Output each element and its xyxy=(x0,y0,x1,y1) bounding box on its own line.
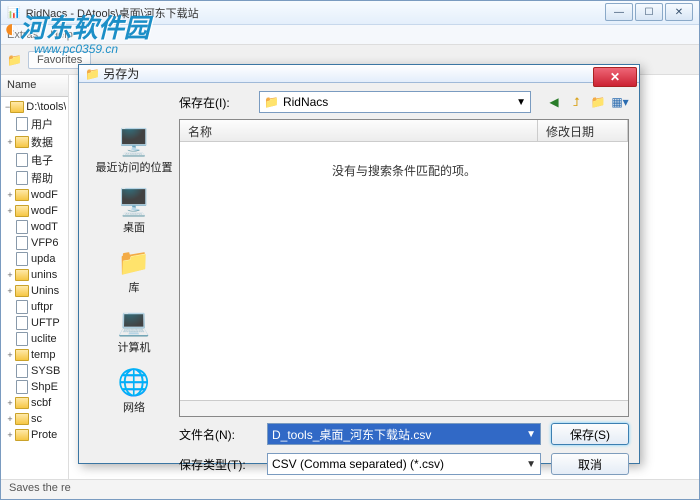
close-button[interactable]: ✕ xyxy=(665,3,693,21)
tree-item[interactable]: +scbf xyxy=(3,395,66,411)
place-item[interactable]: 🖥️桌面 xyxy=(89,183,179,237)
horizontal-scrollbar[interactable] xyxy=(180,400,628,416)
view-menu-icon[interactable]: ▦▾ xyxy=(611,93,629,111)
place-item[interactable]: 💻计算机 xyxy=(89,303,179,357)
place-item[interactable]: 🌐网络 xyxy=(89,363,179,417)
tree-item[interactable]: +Unins xyxy=(3,283,66,299)
folder-icon: 📁 xyxy=(85,67,100,81)
tree-item[interactable]: uftpr xyxy=(3,299,66,315)
place-icon: 🖥️ xyxy=(114,125,154,159)
place-icon: 🖥️ xyxy=(114,185,154,219)
tree-item[interactable]: +数据 xyxy=(3,133,66,151)
empty-message: 没有与搜索条件匹配的项。 xyxy=(180,142,628,400)
tree-item[interactable]: uclite xyxy=(3,331,66,347)
tree-path-row[interactable]: −D:\tools\ xyxy=(3,99,66,115)
tree-item[interactable]: ShpE xyxy=(3,379,66,395)
filetype-combo[interactable]: CSV (Comma separated) (*.csv)▼ xyxy=(267,453,541,475)
savein-label: 保存在(I): xyxy=(179,94,251,111)
places-bar: 🖥️最近访问的位置 🖥️桌面 📁库 💻计算机 🌐网络 xyxy=(89,119,179,417)
tree-item[interactable]: +sc xyxy=(3,411,66,427)
main-titlebar: 📊 RidNacs - DAtools\桌面\河东下载站 — ☐ ✕ xyxy=(1,1,699,25)
place-icon: 💻 xyxy=(114,305,154,339)
up-icon[interactable]: ⮥ xyxy=(567,93,585,111)
save-button[interactable]: 保存(S) xyxy=(551,423,629,445)
tree-list: −D:\tools\ 用户+数据电子帮助+wodF+wodFwodTVFP6up… xyxy=(1,97,68,445)
menu-help[interactable]: Help xyxy=(50,29,73,41)
tree-item[interactable]: 帮助 xyxy=(3,169,66,187)
filetype-label: 保存类型(T): xyxy=(179,456,257,473)
tree-item[interactable]: VFP6 xyxy=(3,235,66,251)
back-icon[interactable]: ◀ xyxy=(545,93,563,111)
chevron-down-icon: ▼ xyxy=(526,459,536,470)
watermark-url: www.pc0359.cn xyxy=(34,42,118,56)
save-as-dialog: 📁 另存为 ✕ 保存在(I): 📁 RidNacs ▼ ◀ ⮥ 📁 ▦▾ 🖥️最… xyxy=(78,64,640,464)
tree-item[interactable]: 用户 xyxy=(3,115,66,133)
tree-item[interactable]: +temp xyxy=(3,347,66,363)
dialog-titlebar: 📁 另存为 ✕ xyxy=(79,65,639,83)
place-item[interactable]: 📁库 xyxy=(89,243,179,297)
filename-label: 文件名(N): xyxy=(179,426,257,443)
file-list-area: 名称 修改日期 没有与搜索条件匹配的项。 xyxy=(179,119,629,417)
cancel-button[interactable]: 取消 xyxy=(551,453,629,475)
place-icon: 🌐 xyxy=(114,365,154,399)
tree-item[interactable]: 电子 xyxy=(3,151,66,169)
tree-item[interactable]: upda xyxy=(3,251,66,267)
tree-item[interactable]: UFTP xyxy=(3,315,66,331)
folder-icon: 📁 xyxy=(7,53,22,67)
tree-item[interactable]: +wodF xyxy=(3,187,66,203)
dialog-close-button[interactable]: ✕ xyxy=(593,67,637,87)
column-header-name[interactable]: 名称 xyxy=(180,120,538,141)
tree-item[interactable]: +unins xyxy=(3,267,66,283)
column-header-date[interactable]: 修改日期 xyxy=(538,120,628,141)
tree-item[interactable]: wodT xyxy=(3,219,66,235)
menu-extras[interactable]: Extras xyxy=(7,29,38,41)
app-icon: 📊 xyxy=(7,6,21,19)
place-icon: 📁 xyxy=(114,245,154,279)
minimize-button[interactable]: — xyxy=(605,3,633,21)
tree-item[interactable]: +Prote xyxy=(3,427,66,443)
maximize-button[interactable]: ☐ xyxy=(635,3,663,21)
chevron-down-icon: ▼ xyxy=(516,97,526,108)
tree-panel: Name −D:\tools\ 用户+数据电子帮助+wodF+wodFwodTV… xyxy=(1,75,69,479)
folder-icon: 📁 xyxy=(264,95,279,109)
column-header-name[interactable]: Name xyxy=(1,75,68,97)
dialog-title: 另存为 xyxy=(103,65,139,82)
tree-item[interactable]: SYSB xyxy=(3,363,66,379)
place-item[interactable]: 🖥️最近访问的位置 xyxy=(89,123,179,177)
new-folder-icon[interactable]: 📁 xyxy=(589,93,607,111)
chevron-down-icon: ▼ xyxy=(526,429,536,440)
filename-input[interactable]: D_tools_桌面_河东下载站.csv▼ xyxy=(267,423,541,445)
window-title: RidNacs - DAtools\桌面\河东下载站 xyxy=(26,5,199,21)
savein-combo[interactable]: 📁 RidNacs ▼ xyxy=(259,91,531,113)
tree-item[interactable]: +wodF xyxy=(3,203,66,219)
